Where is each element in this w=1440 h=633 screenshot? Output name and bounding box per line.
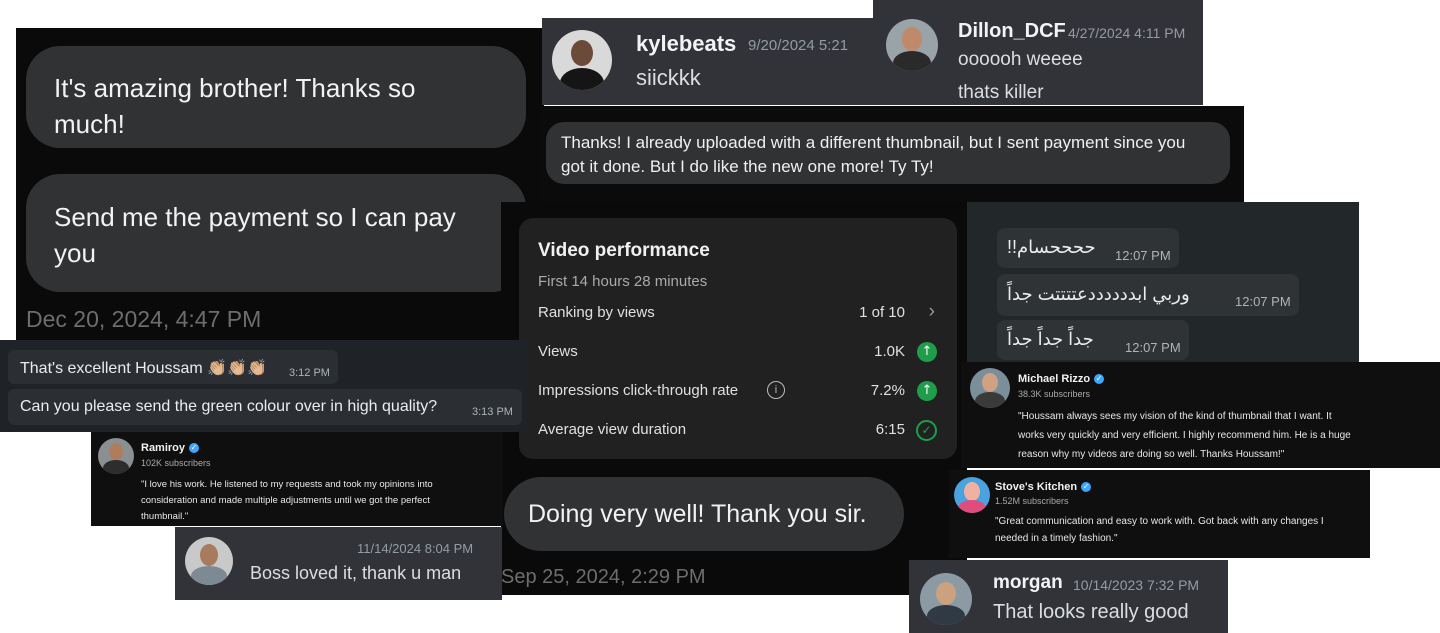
message-text: جداً جداً جداً xyxy=(1007,329,1094,349)
avatar[interactable] xyxy=(98,438,134,474)
check-circle-icon: ✓ xyxy=(916,420,937,441)
message-text: Can you please send the green colour ove… xyxy=(20,398,438,415)
metric-value: 1.0K xyxy=(874,343,905,360)
metric-value: 7.2% xyxy=(870,382,905,399)
message-bubble: ححححسام!! 12:07 PM xyxy=(997,228,1179,268)
message-text: Boss loved it, thank u man xyxy=(250,563,462,583)
channel-name[interactable]: Michael Rizzo ✓ xyxy=(1018,373,1105,385)
subscriber-count: 38.3K subscribers xyxy=(1018,389,1091,399)
up-arrow-icon: ↑ xyxy=(917,381,937,401)
testimonial-text: "Great communication and easy to work wi… xyxy=(995,516,1324,527)
message-bubble: جداً جداً جداً 12:07 PM xyxy=(997,320,1189,360)
testimonial-ramiroy: Ramiroy ✓ 102K subscribers "I love his wo… xyxy=(91,432,503,526)
testimonial-text: "I love his work. He listened to my requ… xyxy=(141,479,433,490)
avatar[interactable] xyxy=(954,477,990,513)
card-subtitle: First 14 hours 28 minutes xyxy=(538,273,708,290)
chevron-right-icon[interactable]: › xyxy=(929,301,935,323)
message-bubble: وربي ابددددددعتتتتت جداً 12:07 PM xyxy=(997,274,1299,316)
metric-row-ranking[interactable]: Ranking by views 1 of 10 › xyxy=(519,298,957,332)
message-time: 3:12 PM xyxy=(289,367,330,379)
message-text: got it done. But I do like the new one m… xyxy=(561,157,934,176)
chat-panel-thanks: Thanks! I already uploaded with a differ… xyxy=(540,106,1244,204)
avatar[interactable] xyxy=(920,573,972,625)
timestamp: Sep 25, 2024, 2:29 PM xyxy=(501,566,706,588)
message-text: oooooh weeee xyxy=(958,49,1083,70)
channel-name[interactable]: Ramiroy ✓ xyxy=(141,442,200,454)
message-bubble: Thanks! I already uploaded with a differ… xyxy=(546,122,1230,184)
metric-label: Views xyxy=(538,343,578,360)
avatar[interactable] xyxy=(886,19,938,71)
metric-label: Impressions click-through rate xyxy=(538,382,739,399)
message-bubble: Doing very well! Thank you sir. xyxy=(504,477,904,551)
chat-panel-arabic: ححححسام!! 12:07 PM وربي ابددددددعتتتتت ج… xyxy=(967,202,1359,362)
message-time: 11/14/2024 8:04 PM xyxy=(357,541,474,556)
username[interactable]: kylebeats xyxy=(636,31,736,57)
avatar[interactable] xyxy=(185,537,233,585)
message-bubble: That's excellent Houssam 👏🏼👏🏼👏🏼 3:12 PM xyxy=(8,350,338,384)
video-performance-card[interactable]: Video performance First 14 hours 28 minu… xyxy=(519,218,957,459)
timestamp: Dec 20, 2024, 4:47 PM xyxy=(26,306,262,332)
message-time: 3:13 PM xyxy=(472,406,513,418)
message-bubble: Send me the payment so I can pay you xyxy=(26,174,526,292)
testimonial-text: works very quickly and very efficient. I… xyxy=(1018,430,1351,441)
message-time: 12:07 PM xyxy=(1115,248,1171,263)
message-text: That looks really good xyxy=(993,601,1189,623)
chat-panel-whatsapp: That's excellent Houssam 👏🏼👏🏼👏🏼 3:12 PM … xyxy=(0,340,527,432)
discord-message-morgan: morgan 10/14/2023 7:32 PM That looks rea… xyxy=(909,560,1228,633)
testimonial-text: consideration and made multiple adjustme… xyxy=(141,495,430,506)
info-icon[interactable]: i xyxy=(767,381,785,399)
discord-message-dillon: Dillon_DCF 4/27/2024 4:11 PM oooooh weee… xyxy=(873,0,1203,105)
verified-icon: ✓ xyxy=(189,443,200,454)
message-text: thats killer xyxy=(958,82,1044,103)
metric-value: 1 of 10 xyxy=(859,304,905,321)
avatar[interactable] xyxy=(970,368,1010,408)
testimonial-text: "Houssam always sees my vision of the ki… xyxy=(1018,411,1332,422)
message-time: 9/20/2024 5:21 xyxy=(748,37,849,54)
video-performance-panel: Video performance First 14 hours 28 minu… xyxy=(501,202,967,595)
testimonial-michael-rizzo: Michael Rizzo ✓ 38.3K subscribers "Houssa… xyxy=(961,362,1440,468)
testimonial-text: reason why my videos are doing so well. … xyxy=(1018,449,1285,460)
message-time: 4/27/2024 4:11 PM xyxy=(1068,25,1186,41)
metric-row-avd: Average view duration 6:15 ✓ xyxy=(519,415,957,449)
message-text: ححححسام!! xyxy=(1007,237,1096,257)
verified-icon: ✓ xyxy=(1081,482,1092,493)
username[interactable]: Dillon_DCF xyxy=(958,20,1066,43)
message-text: you xyxy=(54,238,96,268)
message-time: 12:07 PM xyxy=(1235,294,1291,309)
discord-message-boss: 11/14/2024 8:04 PM Boss loved it, thank … xyxy=(175,527,502,600)
testimonial-stoves-kitchen: Stove's Kitchen ✓ 1.52M subscribers "Grea… xyxy=(949,470,1370,558)
metric-row-ctr: Impressions click-through rate i 7.2% ↑ xyxy=(519,376,957,410)
username[interactable]: morgan xyxy=(993,572,1063,594)
verified-icon: ✓ xyxy=(1094,374,1105,385)
avatar[interactable] xyxy=(552,30,612,90)
subscriber-count: 102K subscribers xyxy=(141,458,211,468)
card-title: Video performance xyxy=(538,240,710,261)
message-bubble: It's amazing brother! Thanks so much! xyxy=(26,46,526,148)
message-text: Thanks! I already uploaded with a differ… xyxy=(561,133,1186,152)
up-arrow-icon: ↑ xyxy=(917,342,937,362)
metric-value: 6:15 xyxy=(875,421,905,438)
metric-row-views: Views 1.0K ↑ xyxy=(519,337,957,371)
message-time: 12:07 PM xyxy=(1125,340,1181,355)
chat-panel-black: It's amazing brother! Thanks so much! Se… xyxy=(16,28,544,344)
message-text: وربي ابددددددعتتتتت جداً xyxy=(1007,284,1190,304)
discord-message-kylebeats: kylebeats 9/20/2024 5:21 siickkk xyxy=(542,18,882,105)
message-text: Send me the payment so I can pay xyxy=(54,202,456,232)
message-bubble: Can you please send the green colour ove… xyxy=(8,389,522,425)
message-text: siickkk xyxy=(636,65,701,90)
message-text: much! xyxy=(54,109,125,139)
message-text: That's excellent Houssam 👏🏼👏🏼👏🏼 xyxy=(20,360,267,377)
metric-label: Average view duration xyxy=(538,421,687,438)
metric-label: Ranking by views xyxy=(538,304,655,321)
subscriber-count: 1.52M subscribers xyxy=(995,496,1069,506)
testimonial-text: needed in a timely fashion." xyxy=(995,533,1118,544)
message-text: It's amazing brother! Thanks so xyxy=(54,73,416,103)
channel-name[interactable]: Stove's Kitchen ✓ xyxy=(995,481,1092,493)
message-time: 10/14/2023 7:32 PM xyxy=(1073,577,1200,593)
message-text: Doing very well! Thank you sir. xyxy=(528,500,867,528)
testimonial-text: thumbnail." xyxy=(141,511,189,522)
